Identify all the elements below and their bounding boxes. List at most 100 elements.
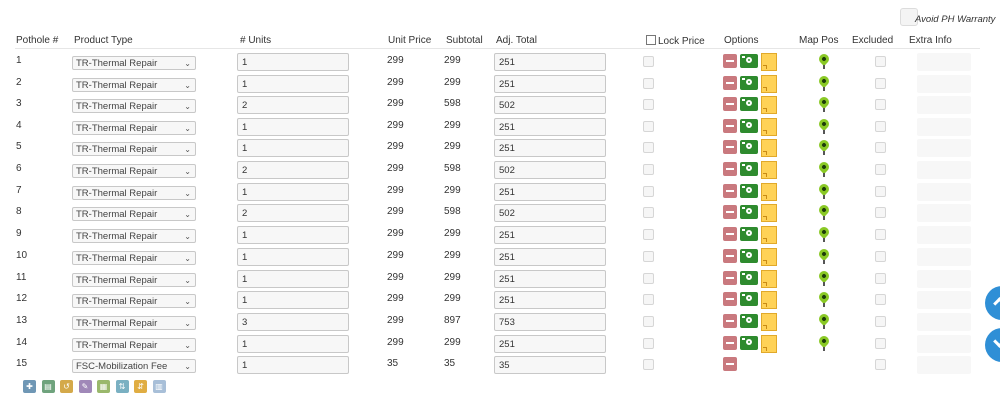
delete-row-button[interactable]	[723, 140, 737, 154]
excluded-checkbox[interactable]	[875, 294, 886, 305]
delete-row-button[interactable]	[723, 249, 737, 263]
product-type-select[interactable]: TR-Thermal Repair ⌄	[72, 142, 196, 156]
camera-icon[interactable]	[740, 97, 758, 111]
delete-row-button[interactable]	[723, 292, 737, 306]
camera-icon[interactable]	[740, 119, 758, 133]
units-input[interactable]: 1	[237, 118, 349, 136]
extra-info-field[interactable]	[917, 75, 971, 93]
note-icon[interactable]	[761, 226, 777, 244]
units-input[interactable]: 1	[237, 75, 349, 93]
extra-info-field[interactable]	[917, 53, 971, 71]
extra-info-field[interactable]	[917, 248, 971, 266]
camera-icon[interactable]	[740, 292, 758, 306]
sort-alpha-icon[interactable]: ⇵	[134, 380, 147, 393]
map-pin-icon[interactable]	[816, 159, 832, 175]
note-icon[interactable]	[761, 270, 777, 288]
header-lock-price[interactable]: Lock Price	[646, 35, 705, 49]
note-icon[interactable]	[761, 313, 777, 331]
note-icon[interactable]	[761, 183, 777, 201]
map-pin-icon[interactable]	[816, 94, 832, 110]
adj-total-input[interactable]: 502	[494, 96, 606, 114]
excluded-checkbox[interactable]	[875, 99, 886, 110]
units-input[interactable]: 2	[237, 161, 349, 179]
adj-total-input[interactable]: 251	[494, 291, 606, 309]
excluded-checkbox[interactable]	[875, 273, 886, 284]
adj-total-input[interactable]: 251	[494, 183, 606, 201]
units-input[interactable]: 1	[237, 139, 349, 157]
camera-icon[interactable]	[740, 249, 758, 263]
units-input[interactable]: 1	[237, 270, 349, 288]
extra-info-field[interactable]	[917, 96, 971, 114]
note-icon[interactable]	[761, 118, 777, 136]
delete-row-button[interactable]	[723, 314, 737, 328]
extra-info-field[interactable]	[917, 356, 971, 374]
delete-row-button[interactable]	[723, 119, 737, 133]
excluded-checkbox[interactable]	[875, 142, 886, 153]
camera-icon[interactable]	[740, 314, 758, 328]
adj-total-input[interactable]: 35	[494, 356, 606, 374]
delete-row-button[interactable]	[723, 205, 737, 219]
delete-row-button[interactable]	[723, 76, 737, 90]
note-icon[interactable]	[761, 291, 777, 309]
extra-info-field[interactable]	[917, 118, 971, 136]
excluded-checkbox[interactable]	[875, 229, 886, 240]
product-type-select[interactable]: TR-Thermal Repair ⌄	[72, 78, 196, 92]
extra-info-field[interactable]	[917, 270, 971, 288]
product-type-select[interactable]: TR-Thermal Repair ⌄	[72, 229, 196, 243]
delete-row-button[interactable]	[723, 54, 737, 68]
lock-price-row-checkbox[interactable]	[643, 207, 654, 218]
adj-total-input[interactable]: 251	[494, 248, 606, 266]
excluded-checkbox[interactable]	[875, 164, 886, 175]
camera-icon[interactable]	[740, 54, 758, 68]
lock-price-checkbox[interactable]	[646, 35, 656, 45]
excluded-checkbox[interactable]	[875, 121, 886, 132]
map-pin-icon[interactable]	[816, 224, 832, 240]
excluded-checkbox[interactable]	[875, 207, 886, 218]
camera-icon[interactable]	[740, 162, 758, 176]
extra-info-field[interactable]	[917, 226, 971, 244]
extra-info-field[interactable]	[917, 204, 971, 222]
product-type-select[interactable]: TR-Thermal Repair ⌄	[72, 99, 196, 113]
product-type-select[interactable]: TR-Thermal Repair ⌄	[72, 207, 196, 221]
product-type-select[interactable]: TR-Thermal Repair ⌄	[72, 294, 196, 308]
plus-icon[interactable]: ✚	[23, 380, 36, 393]
id-card-icon[interactable]: ▤	[41, 380, 55, 393]
product-type-select[interactable]: TR-Thermal Repair ⌄	[72, 56, 196, 70]
delete-row-button[interactable]	[723, 336, 737, 350]
camera-icon[interactable]	[740, 336, 758, 350]
camera-icon[interactable]	[740, 271, 758, 285]
map-pin-icon[interactable]	[816, 73, 832, 89]
lock-price-row-checkbox[interactable]	[643, 294, 654, 305]
note-icon[interactable]	[761, 248, 777, 266]
map-pin-icon[interactable]	[816, 137, 832, 153]
units-input[interactable]: 2	[237, 96, 349, 114]
units-input[interactable]: 3	[237, 313, 349, 331]
product-type-select[interactable]: TR-Thermal Repair ⌄	[72, 251, 196, 265]
lock-price-row-checkbox[interactable]	[643, 99, 654, 110]
lock-price-row-checkbox[interactable]	[643, 78, 654, 89]
bar-chart-icon[interactable]: ▥	[152, 380, 166, 393]
units-input[interactable]: 1	[237, 226, 349, 244]
lock-price-row-checkbox[interactable]	[643, 273, 654, 284]
note-icon[interactable]	[761, 96, 777, 114]
adj-total-input[interactable]: 502	[494, 161, 606, 179]
product-type-select[interactable]: TR-Thermal Repair ⌄	[72, 338, 196, 352]
delete-row-button[interactable]	[723, 271, 737, 285]
lock-price-row-checkbox[interactable]	[643, 56, 654, 67]
sort-numeric-icon[interactable]: ⇅	[115, 380, 129, 393]
product-type-select[interactable]: TR-Thermal Repair ⌄	[72, 164, 196, 178]
map-pin-icon[interactable]	[816, 268, 832, 284]
product-type-select[interactable]: TR-Thermal Repair ⌄	[72, 273, 196, 287]
camera-icon[interactable]	[740, 205, 758, 219]
units-input[interactable]: 1	[237, 183, 349, 201]
lock-price-row-checkbox[interactable]	[643, 229, 654, 240]
delete-row-button[interactable]	[723, 357, 737, 371]
map-pin-icon[interactable]	[816, 246, 832, 262]
adj-total-input[interactable]: 251	[494, 139, 606, 157]
adj-total-input[interactable]: 251	[494, 270, 606, 288]
product-type-select[interactable]: TR-Thermal Repair ⌄	[72, 316, 196, 330]
note-icon[interactable]	[761, 75, 777, 93]
camera-icon[interactable]	[740, 76, 758, 90]
lock-price-row-checkbox[interactable]	[643, 251, 654, 262]
extra-info-field[interactable]	[917, 183, 971, 201]
